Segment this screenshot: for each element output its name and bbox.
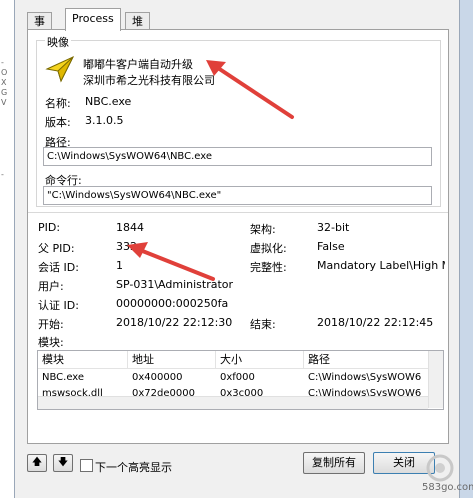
annotation-arrows <box>127 60 294 281</box>
watermark-logo-icon <box>426 454 454 482</box>
tab-process[interactable]: Process <box>65 8 121 31</box>
site-watermark: 583go.com <box>410 452 473 496</box>
watermark-text: 583go.com <box>422 482 473 493</box>
